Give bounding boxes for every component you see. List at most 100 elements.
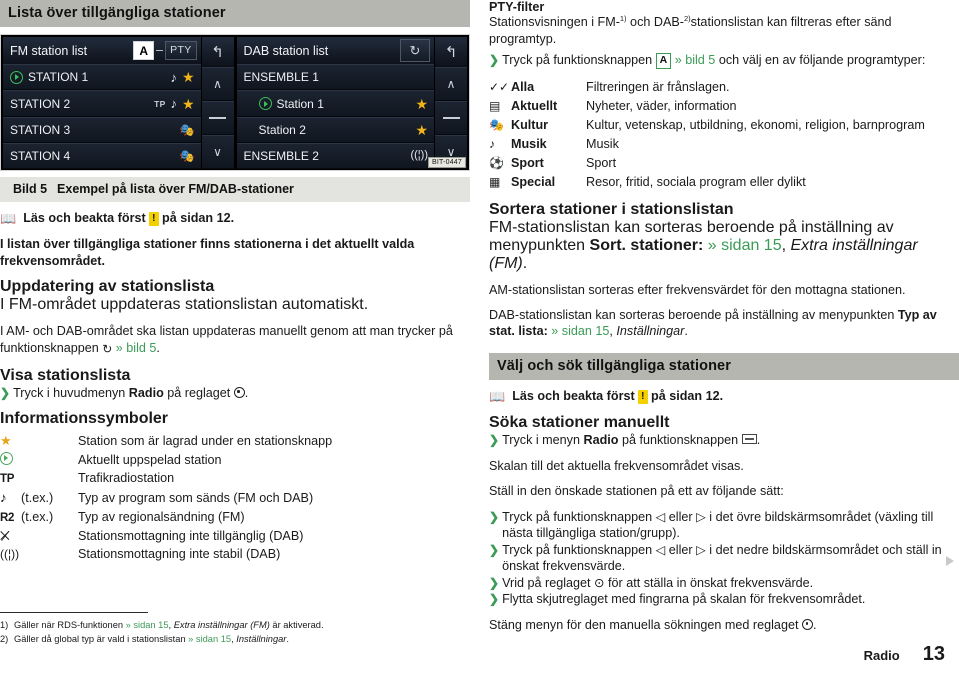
pty-bullet: ❯ Tryck på funktionsknappen A » bild 5 o… xyxy=(489,52,959,70)
star-icon: ★ xyxy=(415,95,428,112)
figure-station-lists: FM station list A PTY STATION 1 ♪ ★ STAT… xyxy=(0,34,470,203)
tuning-bullet-text: Tryck på funktionsknappen ◁ eller ▷ i de… xyxy=(502,542,942,574)
fm-back-button[interactable]: ↰ xyxy=(201,37,234,68)
scale-line: Skalan till det aktuella frekvensområdet… xyxy=(489,458,744,473)
pty-button[interactable]: PTY xyxy=(165,41,197,61)
tuning-bullet: ❯ Vrid på reglaget ⊙ för att ställa in ö… xyxy=(489,575,959,591)
dab-title-bar: DAB station list ↻ xyxy=(236,37,434,65)
sort-paragraph-1: FM-stationslistan kan sorteras beroende … xyxy=(489,218,918,272)
dab-scroll-thumb[interactable] xyxy=(435,101,467,136)
pty-heading: PTY-filter xyxy=(489,0,545,14)
tuning-bullet: ❯ Flytta skjutreglaget med fingrarna på … xyxy=(489,591,959,607)
show-list-block: Visa stationslista ❯ Tryck i huvudmenyn … xyxy=(0,367,470,401)
tuning-bullet: ❯ Tryck på funktionsknappen ◁ eller ▷ i … xyxy=(489,542,959,575)
dab-row-label: Station 2 xyxy=(258,122,306,137)
section-header-select-search: Välj och sök tillgängliga stationer xyxy=(489,352,959,381)
fm-scroll-up-button[interactable]: ∧ xyxy=(201,67,234,102)
grid-icon: ▦ xyxy=(489,174,501,189)
left-column: Lista över tillgängliga stationer FM sta… xyxy=(0,0,470,564)
pty-types-list: ✓✓ Alla Filtreringen är frånslagen. ▤ Ak… xyxy=(489,78,959,191)
show-list-bullet-text: Tryck i huvudmenyn Radio på reglaget . xyxy=(13,385,249,400)
fm-scroll-down-button[interactable]: ∨ xyxy=(201,135,234,170)
tuning-bullet-text: Vrid på reglaget ⊙ för att ställa in öns… xyxy=(502,575,814,590)
play-circle-icon xyxy=(0,451,17,470)
pty-a-button[interactable]: A xyxy=(133,41,155,61)
bullet-arrow-icon: ❯ xyxy=(489,53,500,68)
pty-type-row: ♪ Musik Musik xyxy=(489,135,959,154)
intro-paragraph: I listan över tillgängliga stationer fin… xyxy=(0,237,415,268)
antenna-weak-icon: ((¦)) xyxy=(410,149,428,162)
footnote-rule xyxy=(0,612,148,614)
star-icon: ★ xyxy=(0,433,12,449)
dab-row-label: ENSEMBLE 1 xyxy=(243,70,319,85)
document-icon: ▤ xyxy=(489,99,501,114)
symbol-suffix: (t.ex.) xyxy=(21,490,54,505)
dab-row-4[interactable]: ENSEMBLE 2 ((¦)) xyxy=(236,142,434,170)
antenna-off-icon: ⨉̸ xyxy=(0,528,10,543)
sort-heading: Sortera stationer i stationslistan xyxy=(489,200,734,218)
refresh-icon: ↻ xyxy=(102,341,113,356)
tuning-bullet-text: Tryck på funktionsknappen ◁ eller ▷ i de… xyxy=(502,509,934,541)
bullet-arrow-icon: ❯ xyxy=(489,433,500,448)
footnote-number: 1) xyxy=(0,620,9,631)
pty-type-desc: Filtreringen är frånslagen. xyxy=(586,80,730,95)
fm-row-3[interactable]: STATION 3 🎭 xyxy=(3,116,201,143)
pty-type-name: Special xyxy=(511,174,556,189)
page-footer: Radio 13 xyxy=(864,643,945,666)
footer-page-number: 13 xyxy=(922,643,945,665)
sort-paragraph-3: DAB-stationslistan kan sorteras beroende… xyxy=(489,307,937,339)
footnote-text: Gäller då global typ är vald i stationsl… xyxy=(14,634,289,645)
rotary-knob-icon xyxy=(801,618,813,630)
tp-icon: TP xyxy=(0,473,15,486)
symbol-row: ♪ (t.ex.) Typ av program som sänds (FM oc… xyxy=(0,488,470,508)
symbol-desc: Station som är lagrad under en stationsk… xyxy=(78,434,333,449)
dab-title: DAB station list xyxy=(243,43,329,58)
fm-row-4[interactable]: STATION 4 🎭 xyxy=(3,142,201,170)
pty-type-row: ▤ Aktuellt Nyheter, väder, information xyxy=(489,97,959,116)
fm-row-label: STATION 3 xyxy=(10,122,71,137)
theater-masks-icon: 🎭 xyxy=(179,122,195,137)
manual-page: Lista över tillgängliga stationer FM sta… xyxy=(0,0,959,676)
footer-section-name: Radio xyxy=(863,648,900,663)
dab-back-button[interactable]: ↰ xyxy=(435,37,467,68)
show-list-heading: Visa stationslista xyxy=(0,366,131,384)
bullet-arrow-icon: ❯ xyxy=(0,385,11,400)
dab-row-1[interactable]: ENSEMBLE 1 xyxy=(236,64,434,91)
pty-type-row: ✓✓ Alla Filtreringen är frånslagen. xyxy=(489,78,959,97)
fm-row-1[interactable]: STATION 1 ♪ ★ xyxy=(3,64,201,91)
play-circle-icon xyxy=(258,97,272,110)
dab-row-3[interactable]: Station 2 ★ xyxy=(236,116,434,143)
pty-type-desc: Musik xyxy=(586,136,619,151)
pty-type-row: ▦ Special Resor, fritid, sociala program… xyxy=(489,173,959,192)
right-column: PTY-filter Stationsvisningen i FM-1) och… xyxy=(489,0,959,633)
bullet-arrow-icon: ❯ xyxy=(489,509,500,524)
fm-scroll-thumb[interactable] xyxy=(201,101,234,136)
manual-search-block: Söka stationer manuellt ❯ Tryck i menyn … xyxy=(489,414,959,448)
pty-type-name: Kultur xyxy=(511,117,549,132)
update-line-2: I AM- och DAB-området ska listan uppdate… xyxy=(0,324,453,356)
rotary-knob-icon xyxy=(233,386,245,398)
read-first-text: Läs och beakta först ! på sidan 12. xyxy=(23,211,235,227)
fm-row-label: STATION 4 xyxy=(10,148,71,163)
symbol-row: TP Trafikradiostation xyxy=(0,469,470,488)
pty-type-name: Sport xyxy=(511,155,544,170)
pty-type-desc: Kultur, vetenskap, utbildning, ekonomi, … xyxy=(586,117,925,132)
read-first-text-2: Läs och beakta först ! på sidan 12. xyxy=(512,389,724,405)
figure-number: Bild 5 xyxy=(13,182,48,197)
warning-badge: ! xyxy=(149,212,159,227)
dab-station-list-screen: DAB station list ↻ ENSEMBLE 1 Station 1 … xyxy=(236,37,467,170)
dab-scroll-up-button[interactable]: ∧ xyxy=(435,67,467,102)
symbol-desc: Aktuellt uppspelad station xyxy=(78,452,222,467)
fm-title-bar: FM station list A PTY xyxy=(3,37,201,65)
radio-screenshot: FM station list A PTY STATION 1 ♪ ★ STAT… xyxy=(0,34,470,172)
refresh-icon[interactable]: ↻ xyxy=(400,39,430,63)
music-note-icon: ♪ xyxy=(170,69,177,85)
theater-masks-icon: 🎭 xyxy=(179,148,195,163)
fm-row-label: STATION 1 xyxy=(28,70,89,85)
tuning-bullets: ❯ Tryck på funktionsknappen ◁ eller ▷ i … xyxy=(489,509,959,608)
fm-row-2[interactable]: STATION 2 TP ♪ ★ xyxy=(3,90,201,117)
dab-row-2[interactable]: Station 1 ★ xyxy=(236,90,434,117)
music-note-icon: ♪ xyxy=(489,136,495,151)
symbols-heading: Informationssymboler xyxy=(0,410,169,428)
symbol-suffix: (t.ex.) xyxy=(21,509,54,524)
